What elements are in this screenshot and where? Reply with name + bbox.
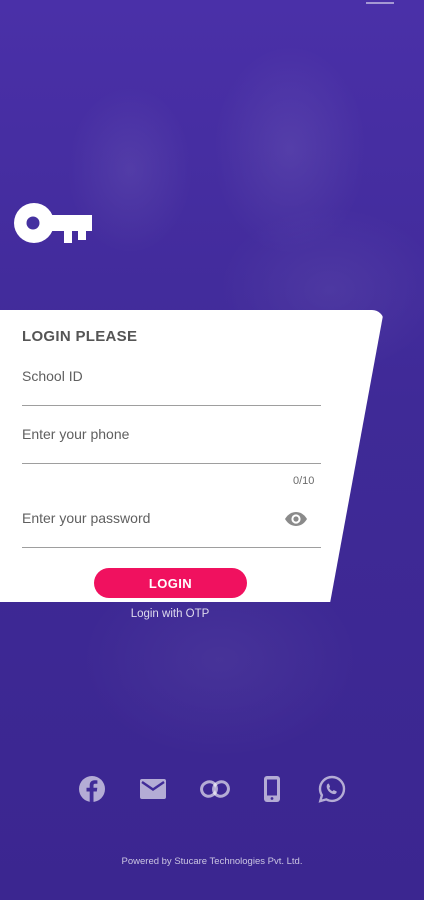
mail-icon (140, 779, 166, 799)
login-button[interactable]: LOGIN (94, 568, 247, 598)
key-icon (14, 203, 92, 243)
password-input[interactable] (22, 510, 272, 526)
phone-char-counter: 0/10 (293, 475, 315, 487)
status-bar (0, 0, 424, 6)
login-title: LOGIN PLEASE (22, 328, 138, 345)
eye-icon[interactable] (284, 510, 308, 528)
phone-field[interactable] (22, 424, 321, 464)
password-field[interactable] (22, 508, 321, 548)
powered-by-footer: Powered by Stucare Technologies Pvt. Ltd… (121, 856, 303, 867)
email-button[interactable] (138, 774, 168, 804)
facebook-icon (79, 776, 105, 802)
school-id-input[interactable] (22, 368, 321, 384)
link-icon (200, 780, 230, 798)
whatsapp-button[interactable] (317, 774, 347, 804)
share-link-button[interactable] (200, 774, 230, 804)
call-button[interactable] (257, 774, 287, 804)
whatsapp-icon (318, 775, 346, 803)
phone-input[interactable] (22, 426, 321, 442)
login-with-otp-link[interactable]: Login with OTP (0, 608, 340, 620)
mobile-icon (264, 776, 280, 802)
status-icons (366, 0, 394, 4)
school-id-field[interactable] (22, 366, 321, 406)
facebook-button[interactable] (77, 774, 107, 804)
